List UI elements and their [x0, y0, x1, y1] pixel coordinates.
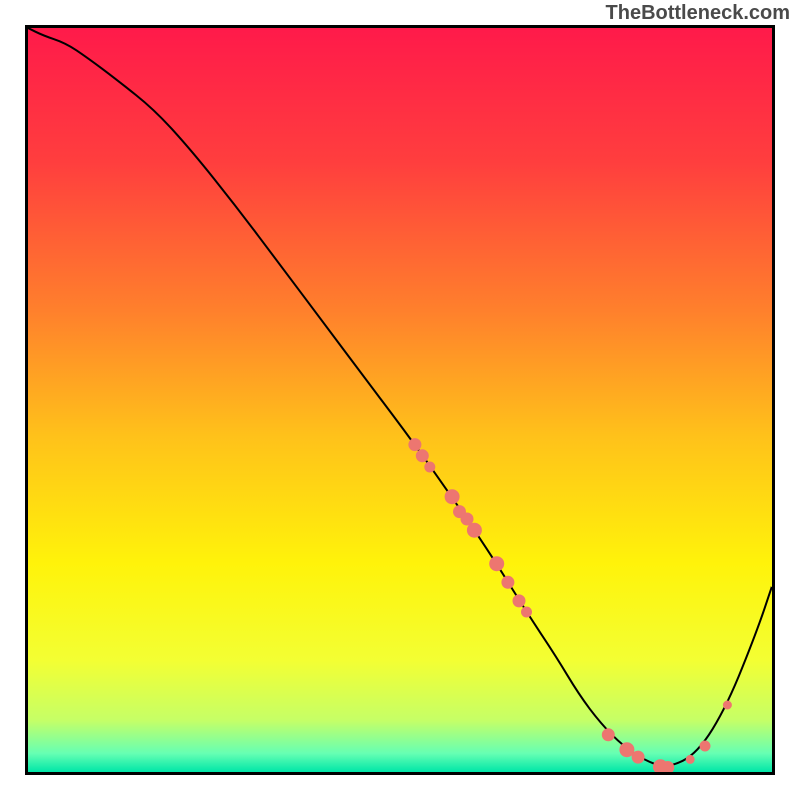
- data-marker: [620, 743, 634, 757]
- gradient-background: [28, 28, 772, 772]
- data-marker: [723, 701, 731, 709]
- data-marker: [700, 741, 710, 751]
- data-marker: [686, 755, 694, 763]
- data-marker: [425, 462, 435, 472]
- data-marker: [602, 729, 614, 741]
- data-marker: [409, 439, 421, 451]
- data-marker: [662, 762, 674, 773]
- data-marker: [632, 751, 644, 763]
- data-marker: [513, 595, 525, 607]
- data-marker: [461, 513, 473, 525]
- watermark-text: TheBottleneck.com: [606, 2, 790, 25]
- data-marker: [445, 490, 459, 504]
- data-marker: [416, 450, 428, 462]
- data-marker: [502, 576, 514, 588]
- chart-frame: [25, 25, 775, 775]
- data-marker: [490, 557, 504, 571]
- data-marker: [522, 607, 532, 617]
- data-marker: [467, 523, 481, 537]
- chart-svg: [28, 28, 772, 772]
